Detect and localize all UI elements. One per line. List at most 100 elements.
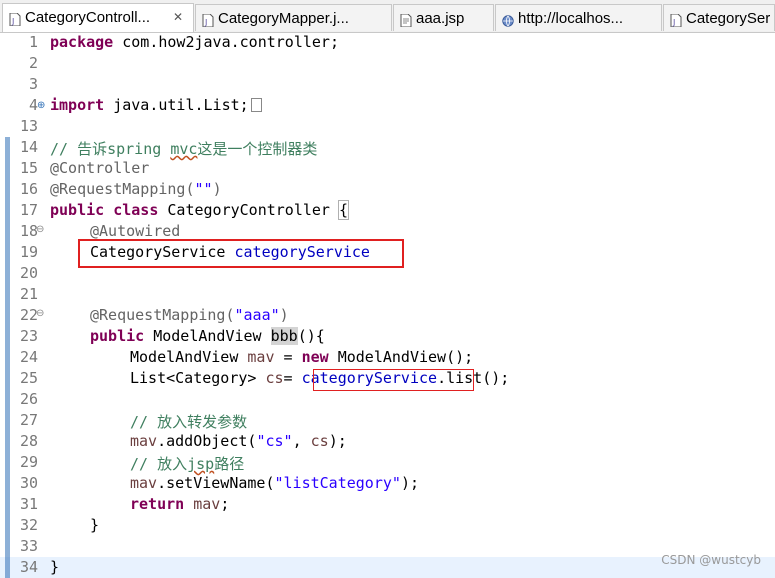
method-name: bbb xyxy=(270,327,298,345)
code-line: 29 // 放入jsp路径 xyxy=(0,452,775,473)
local-variable: mav xyxy=(130,432,158,450)
code-line: 27 // 放入转发参数 xyxy=(0,410,775,431)
comment: // 放入转发参数 xyxy=(130,413,248,431)
comment: // 放入 xyxy=(130,455,188,473)
close-icon[interactable]: ✕ xyxy=(173,10,183,24)
svg-text:J: J xyxy=(204,18,207,27)
editor-tab-bar: J CategoryControll... ✕ J CategoryMapper… xyxy=(0,0,775,33)
code-line: 16 @RequestMapping("") xyxy=(0,179,775,200)
change-bar xyxy=(5,326,10,347)
line-number: 23 xyxy=(19,327,38,345)
code-text: (){ xyxy=(297,327,325,345)
code-line: 13 xyxy=(0,116,775,137)
code-line-current: 34 } xyxy=(0,557,775,578)
line-number: 19 xyxy=(19,243,38,261)
annotation: ) xyxy=(212,180,222,198)
line-number: 34 xyxy=(19,558,38,576)
comment: 路径 xyxy=(214,455,245,473)
line-number: 2 xyxy=(28,54,38,72)
comment: mvc xyxy=(170,140,198,158)
code-text: } xyxy=(50,558,60,576)
string-literal: "" xyxy=(194,180,213,198)
change-bar xyxy=(5,305,10,326)
keyword: package xyxy=(50,33,114,51)
svg-text:J: J xyxy=(672,18,675,27)
code-text: ); xyxy=(328,432,347,450)
java-file-icon: J xyxy=(9,11,21,27)
change-bar xyxy=(5,158,10,179)
matching-brace: { xyxy=(337,200,350,220)
change-bar xyxy=(5,515,10,536)
change-bar xyxy=(5,179,10,200)
tab-category-mapper[interactable]: J CategoryMapper.j... xyxy=(195,4,392,31)
code-text: com.how2java.controller; xyxy=(113,33,339,51)
line-number: 28 xyxy=(19,432,38,450)
code-line: 17 public class CategoryController { xyxy=(0,200,775,221)
code-line: 30 mav.setViewName("listCategory"); xyxy=(0,473,775,494)
code-text: ; xyxy=(220,495,230,513)
highlight-box-field-declaration xyxy=(78,239,404,268)
code-line: 3 xyxy=(0,74,775,95)
tab-category-controller[interactable]: J CategoryControll... ✕ xyxy=(2,3,194,32)
line-number: 32 xyxy=(19,516,38,534)
java-file-icon: J xyxy=(202,12,214,28)
comment: 这是一个控制器类 xyxy=(197,140,318,158)
annotation: @RequestMapping( xyxy=(50,180,195,198)
code-line: 14 // 告诉spring mvc这是一个控制器类 xyxy=(0,137,775,158)
local-variable: mav xyxy=(184,495,221,513)
line-number: 22 xyxy=(19,306,38,324)
keyword: return xyxy=(130,495,185,513)
tab-category-service[interactable]: J CategorySer xyxy=(663,4,775,31)
line-number: 3 xyxy=(28,75,38,93)
expand-fold-icon[interactable]: ⊕ xyxy=(37,100,45,111)
code-line: 33 xyxy=(0,536,775,557)
code-text: java.util.List; xyxy=(104,96,249,114)
local-variable: mav xyxy=(247,348,275,366)
code-line: 15 @Controller xyxy=(0,158,775,179)
change-bar xyxy=(5,347,10,368)
code-text: ); xyxy=(400,474,419,492)
code-line: 21 xyxy=(0,284,775,305)
code-text: = xyxy=(283,369,302,387)
line-number: 27 xyxy=(19,411,38,429)
code-text: ModelAndView xyxy=(130,348,248,366)
code-line: 28 mav.addObject("cs", cs); xyxy=(0,431,775,452)
jsp-file-icon xyxy=(400,12,412,28)
line-number: 33 xyxy=(19,537,38,555)
change-bar xyxy=(5,200,10,221)
folded-imports-icon[interactable] xyxy=(250,98,262,112)
annotation: @Autowired xyxy=(90,222,181,240)
keyword: public xyxy=(90,327,145,345)
line-number: 17 xyxy=(19,201,38,219)
code-line: 31 return mav; xyxy=(0,494,775,515)
code-line: 24 ModelAndView mav = new ModelAndView()… xyxy=(0,347,775,368)
code-line: 22 ⊖ @RequestMapping("aaa") xyxy=(0,305,775,326)
collapse-fold-icon[interactable]: ⊖ xyxy=(36,224,44,235)
code-line: 1 package com.how2java.controller; xyxy=(0,32,775,53)
java-file-icon: J xyxy=(670,12,682,28)
change-bar xyxy=(5,536,10,557)
tab-label: CategoryControll... xyxy=(25,9,151,26)
change-bar xyxy=(5,368,10,389)
tab-label: aaa.jsp xyxy=(416,10,465,27)
local-variable: cs xyxy=(310,432,329,450)
keyword: new xyxy=(301,348,329,366)
line-number: 26 xyxy=(19,390,38,408)
change-bar xyxy=(5,221,10,242)
line-number: 29 xyxy=(19,453,38,471)
code-line: 23 public ModelAndView bbb(){ xyxy=(0,326,775,347)
local-variable: cs xyxy=(265,369,284,387)
line-number: 24 xyxy=(19,348,38,366)
change-bar xyxy=(5,263,10,284)
collapse-fold-icon[interactable]: ⊖ xyxy=(36,308,44,319)
watermark: CSDN @wustcyb xyxy=(661,553,761,567)
change-bar xyxy=(5,389,10,410)
line-number: 31 xyxy=(19,495,38,513)
change-bar xyxy=(5,473,10,494)
keyword: import xyxy=(50,96,105,114)
tab-localhost[interactable]: http://localhos... xyxy=(495,4,662,31)
line-number: 20 xyxy=(19,264,38,282)
tab-aaa-jsp[interactable]: aaa.jsp xyxy=(393,4,494,31)
line-number: 18 xyxy=(19,222,38,240)
code-text: , xyxy=(292,432,311,450)
